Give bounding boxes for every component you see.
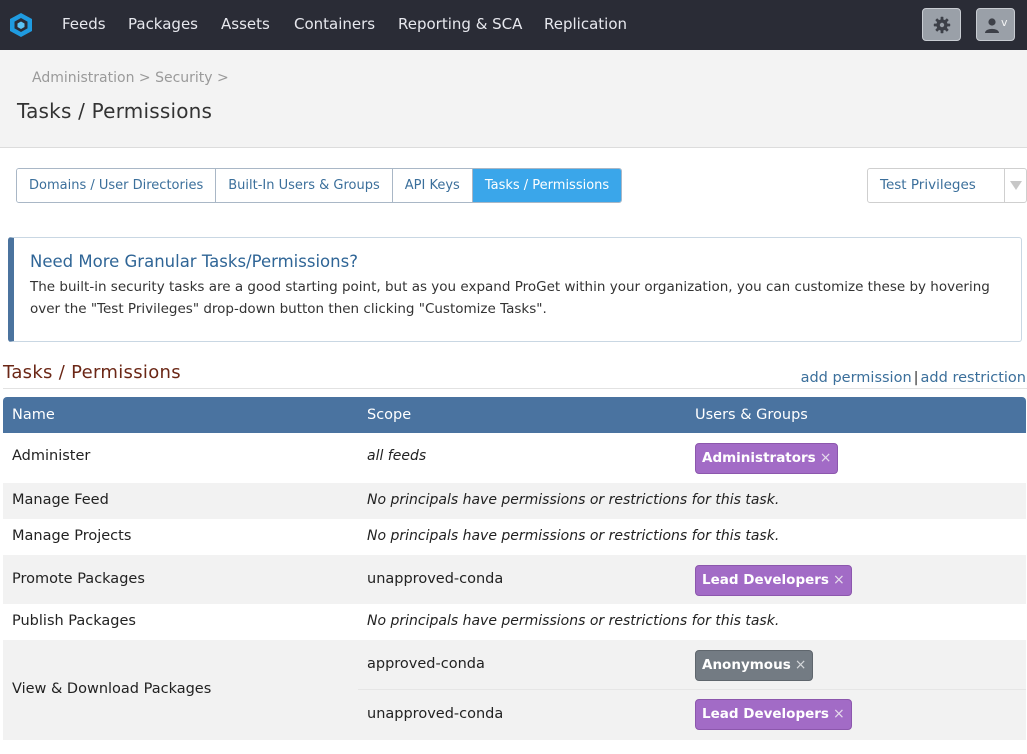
principal-badge[interactable]: Lead Developers ×	[695, 699, 852, 730]
principal-name: Anonymous	[702, 657, 791, 673]
table-row: Manage Feed No principals have permissio…	[3, 483, 1026, 519]
nav-replication[interactable]: Replication	[544, 0, 627, 50]
proget-logo-icon[interactable]	[8, 12, 34, 38]
task-scope: unapproved-conda	[367, 571, 504, 587]
principal-badge[interactable]: Lead Developers ×	[695, 565, 852, 596]
section-title: Tasks / Permissions	[3, 362, 181, 383]
table-row: View & Download Packages approved-conda …	[3, 640, 1026, 740]
empty-task-note: No principals have permissions or restri…	[367, 613, 780, 629]
task-name: Manage Feed	[12, 492, 109, 508]
column-header-scope: Scope	[367, 407, 412, 423]
section-actions: add permission | add restriction	[801, 370, 1026, 386]
page-title: Tasks / Permissions	[17, 99, 213, 123]
task-name: Publish Packages	[12, 613, 136, 629]
page-header: Administration > Security > Tasks / Perm…	[0, 50, 1027, 148]
nav-reporting-sca[interactable]: Reporting & SCA	[398, 0, 522, 50]
column-header-name: Name	[12, 407, 55, 423]
link-separator: |	[913, 370, 919, 386]
table-row: Promote Packages unapproved-conda Lead D…	[3, 555, 1026, 604]
chevron-down-icon: v	[1001, 16, 1008, 29]
subrow-divider	[358, 689, 1026, 690]
task-scope: all feeds	[367, 448, 427, 464]
test-privileges-label: Test Privileges	[880, 177, 976, 193]
test-privileges-dropdown[interactable]: Test Privileges	[867, 168, 1027, 203]
table-row: Manage Projects No principals have permi…	[3, 519, 1026, 555]
tab-tasks-permissions[interactable]: Tasks / Permissions	[472, 169, 622, 202]
task-name: View & Download Packages	[12, 681, 212, 697]
remove-icon[interactable]: ×	[820, 450, 832, 466]
breadcrumb[interactable]: Administration > Security >	[32, 70, 229, 86]
settings-button[interactable]	[922, 8, 961, 41]
task-name: Administer	[12, 448, 91, 464]
remove-icon[interactable]: ×	[833, 572, 845, 588]
principal-badge[interactable]: Administrators ×	[695, 443, 839, 474]
nav-feeds[interactable]: Feeds	[62, 0, 106, 50]
table-row: Publish Packages No principals have perm…	[3, 604, 1026, 640]
empty-task-note: No principals have permissions or restri…	[367, 528, 780, 544]
section-divider	[3, 388, 1027, 389]
tab-api-keys[interactable]: API Keys	[392, 169, 473, 202]
task-scope: unapproved-conda	[367, 706, 504, 722]
principal-name: Administrators	[702, 450, 816, 466]
info-callout: Need More Granular Tasks/Permissions? Th…	[8, 237, 1022, 342]
dropdown-arrow-icon[interactable]	[1004, 169, 1026, 202]
nav-assets[interactable]: Assets	[221, 0, 270, 50]
user-icon	[985, 18, 999, 33]
nav-packages[interactable]: Packages	[128, 0, 198, 50]
top-nav: Feeds Packages Assets Containers Reporti…	[0, 0, 1027, 50]
nav-containers[interactable]: Containers	[294, 0, 375, 50]
task-scope: approved-conda	[367, 656, 485, 672]
gear-icon	[933, 16, 951, 34]
principal-name: Lead Developers	[702, 706, 829, 722]
task-name: Manage Projects	[12, 528, 132, 544]
table-row: Administer all feeds Administrators ×	[3, 433, 1026, 483]
empty-task-note: No principals have permissions or restri…	[367, 492, 780, 508]
info-body: The built-in security tasks are a good s…	[30, 279, 990, 317]
column-header-users-groups: Users & Groups	[695, 407, 808, 423]
add-permission-link[interactable]: add permission	[801, 370, 912, 386]
info-title: Need More Granular Tasks/Permissions?	[30, 252, 358, 271]
add-restriction-link[interactable]: add restriction	[921, 370, 1026, 386]
tab-domains-user-directories[interactable]: Domains / User Directories	[17, 169, 217, 202]
remove-icon[interactable]: ×	[833, 706, 845, 722]
task-name: Promote Packages	[12, 571, 145, 587]
user-menu-button[interactable]: v	[976, 8, 1015, 41]
principal-name: Lead Developers	[702, 572, 829, 588]
remove-icon[interactable]: ×	[795, 657, 807, 673]
principal-badge[interactable]: Anonymous ×	[695, 650, 814, 681]
tab-built-in-users-groups[interactable]: Built-In Users & Groups	[216, 169, 393, 202]
security-tabs: Domains / User Directories Built-In User…	[16, 168, 623, 203]
table-header: Name Scope Users & Groups	[3, 397, 1026, 433]
